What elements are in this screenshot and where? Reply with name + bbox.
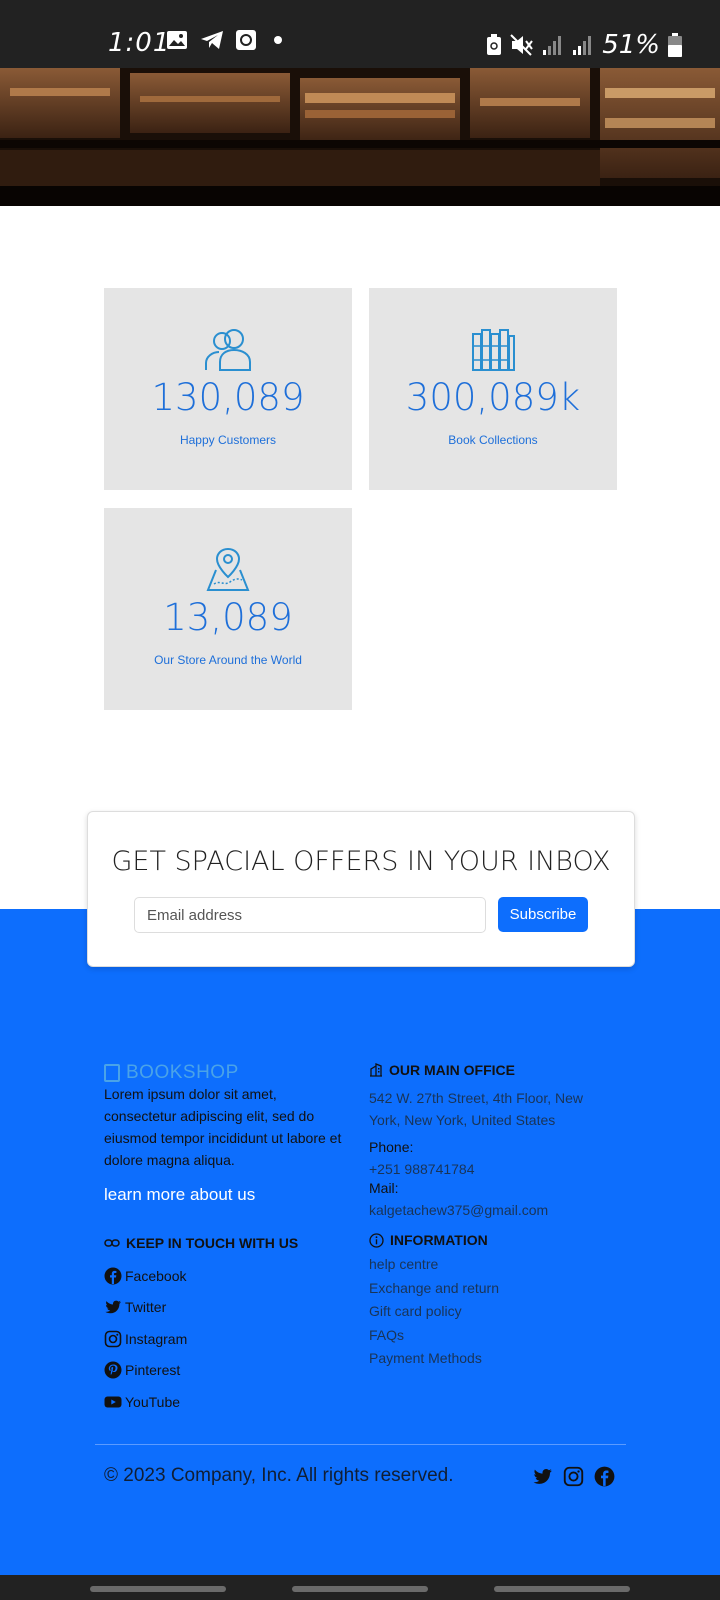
instagram-icon bbox=[104, 1330, 122, 1348]
battery-saver-icon bbox=[487, 34, 502, 55]
learn-more-link[interactable]: learn more about us bbox=[104, 1185, 255, 1205]
twitter-icon bbox=[105, 1300, 121, 1314]
stat-value: 13,089 bbox=[163, 596, 293, 639]
signal-icon bbox=[573, 36, 592, 55]
brand-name: BOOKSHOP bbox=[126, 1062, 239, 1083]
footer-divider bbox=[95, 1444, 626, 1445]
info-link-exchange-return[interactable]: Exchange and return bbox=[369, 1280, 499, 1304]
information-heading-label: INFORMATION bbox=[390, 1232, 488, 1248]
newsletter-title: GET SPACIAL OFFERS IN YOUR INBOX bbox=[111, 846, 611, 877]
info-icon bbox=[369, 1232, 384, 1248]
info-link-payment-methods[interactable]: Payment Methods bbox=[369, 1350, 499, 1374]
nav-recents-button[interactable] bbox=[90, 1586, 226, 1592]
stat-label: Book Collections bbox=[448, 433, 538, 447]
phone-label: Phone: bbox=[369, 1139, 414, 1155]
building-icon bbox=[370, 1063, 382, 1077]
social-link-pinterest[interactable]: Pinterest bbox=[104, 1355, 187, 1387]
books-icon bbox=[472, 329, 515, 371]
status-icons-right: 51% bbox=[486, 30, 682, 60]
keep-in-touch-heading: KEEP IN TOUCH WITH US bbox=[104, 1235, 298, 1251]
information-links: help centre Exchange and return Gift car… bbox=[369, 1256, 499, 1374]
stat-card-stores-worldwide: 13,089 Our Store Around the World bbox=[104, 508, 352, 710]
telegram-icon bbox=[201, 31, 223, 49]
map-pin-icon bbox=[206, 547, 250, 591]
mail-label: Mail: bbox=[369, 1180, 399, 1196]
signal-icon bbox=[543, 36, 562, 55]
office-heading-label: OUR MAIN OFFICE bbox=[389, 1062, 515, 1078]
social-label: Pinterest bbox=[125, 1362, 181, 1379]
image-icon bbox=[167, 31, 187, 49]
info-link-faqs[interactable]: FAQs bbox=[369, 1327, 499, 1351]
about-text: Lorem ipsum dolor sit amet, consectetur … bbox=[104, 1086, 342, 1168]
office-address: 542 W. 27th Street, 4th Floor, New York,… bbox=[369, 1090, 583, 1128]
status-icons-left bbox=[166, 30, 288, 50]
stat-value: 300,089k bbox=[405, 376, 581, 419]
instagram-icon[interactable] bbox=[563, 1466, 584, 1487]
stat-card-happy-customers: 130,089 Happy Customers bbox=[104, 288, 352, 490]
users-icon bbox=[205, 329, 251, 371]
social-label: Facebook bbox=[125, 1267, 187, 1284]
book-icon bbox=[104, 1064, 120, 1082]
dot-icon bbox=[274, 36, 282, 44]
social-label: Instagram bbox=[125, 1330, 188, 1347]
stat-label: Our Store Around the World bbox=[154, 653, 302, 667]
info-link-gift-card-policy[interactable]: Gift card policy bbox=[369, 1303, 499, 1327]
stat-value: 130,089 bbox=[151, 376, 305, 419]
social-link-instagram[interactable]: Instagram bbox=[104, 1323, 187, 1355]
hero-bookshelf-image bbox=[0, 68, 720, 206]
copyright-text: © 2023 Company, Inc. All rights reserved… bbox=[104, 1465, 454, 1486]
email-input[interactable] bbox=[134, 897, 486, 933]
app-icon bbox=[236, 30, 256, 50]
social-label: Twitter bbox=[125, 1299, 167, 1316]
facebook-icon[interactable] bbox=[594, 1466, 615, 1487]
system-nav-bar bbox=[0, 1575, 720, 1600]
social-link-facebook[interactable]: Facebook bbox=[104, 1260, 187, 1292]
stat-card-book-collections: 300,089k Book Collections bbox=[369, 288, 617, 490]
social-links: Facebook Twitter Instagram Pinterest You… bbox=[104, 1260, 187, 1418]
mail-address[interactable]: kalgetachew375@gmail.com bbox=[369, 1202, 548, 1218]
newsletter-card: GET SPACIAL OFFERS IN YOUR INBOX Subscri… bbox=[87, 811, 635, 967]
social-label: YouTube bbox=[125, 1393, 181, 1410]
youtube-icon bbox=[104, 1396, 122, 1408]
social-link-twitter[interactable]: Twitter bbox=[104, 1292, 187, 1324]
bottom-social-icons bbox=[532, 1466, 615, 1487]
footer-brand[interactable]: BOOKSHOP bbox=[104, 1062, 239, 1084]
office-heading: OUR MAIN OFFICE bbox=[369, 1062, 515, 1078]
bookshelf-illustration bbox=[0, 68, 720, 206]
battery-percentage: 51% bbox=[602, 30, 660, 60]
pinterest-icon bbox=[104, 1361, 122, 1379]
nav-home-button[interactable] bbox=[292, 1586, 428, 1592]
link-icon bbox=[104, 1239, 120, 1247]
social-link-youtube[interactable]: YouTube bbox=[104, 1386, 187, 1418]
nav-back-button[interactable] bbox=[494, 1586, 630, 1592]
twitter-icon[interactable] bbox=[532, 1466, 553, 1487]
info-link-help-centre[interactable]: help centre bbox=[369, 1256, 499, 1280]
facebook-icon bbox=[104, 1267, 122, 1285]
information-heading: INFORMATION bbox=[369, 1232, 488, 1248]
stat-label: Happy Customers bbox=[179, 433, 277, 447]
status-bar: 1:01 51% bbox=[0, 0, 720, 68]
phone-number[interactable]: +251 988741784 bbox=[369, 1161, 475, 1177]
status-time: 1:01 bbox=[108, 28, 171, 58]
mute-icon bbox=[510, 34, 534, 56]
battery-icon bbox=[668, 33, 682, 57]
subscribe-button[interactable]: Subscribe bbox=[498, 897, 588, 932]
keep-in-touch-label: KEEP IN TOUCH WITH US bbox=[126, 1235, 299, 1251]
